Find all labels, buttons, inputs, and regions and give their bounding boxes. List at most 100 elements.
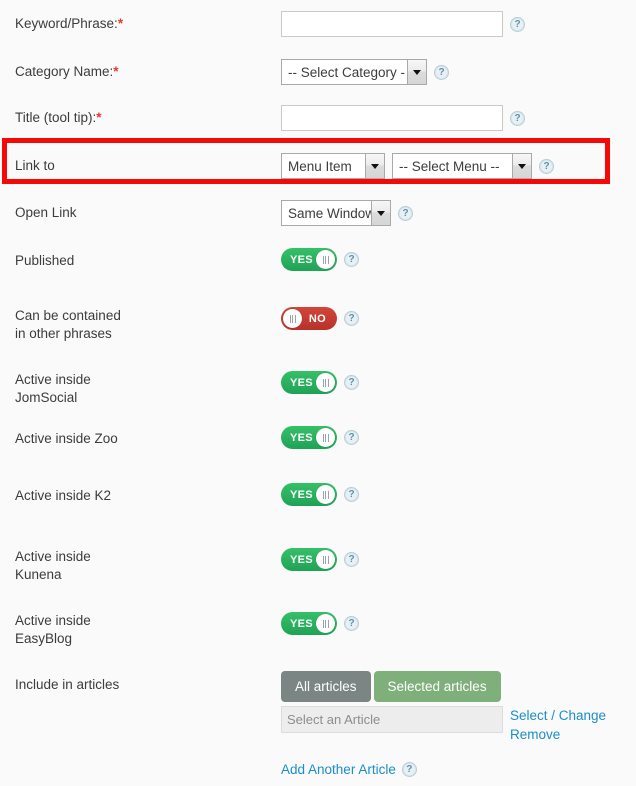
control-active-jomsocial: YES ?	[281, 353, 636, 394]
row-open-link: Open Link Same Window ?	[0, 191, 636, 237]
active-k2-toggle-state: YES	[290, 488, 313, 501]
help-icon[interactable]: ?	[510, 16, 525, 32]
published-toggle[interactable]: YES	[281, 248, 337, 271]
chevron-down-icon[interactable]	[371, 201, 390, 225]
row-active-easyblog: Active inside EasyBlog YES ?	[0, 596, 636, 660]
row-keyword-phrase: Keyword/Phrase:* ?	[0, 0, 636, 49]
add-another-article-row: Add Another Article ?	[281, 762, 606, 777]
active-easyblog-toggle[interactable]: YES	[281, 612, 337, 635]
required-asterisk: *	[113, 64, 119, 79]
label-can-be-contained-line2: in other phrases	[15, 326, 112, 341]
help-icon[interactable]: ?	[434, 64, 449, 80]
row-active-zoo: Active inside Zoo YES ?	[0, 418, 636, 475]
required-asterisk: *	[96, 110, 102, 125]
label-title-tooltip-text: Title (tool tip):	[15, 110, 97, 125]
toggle-knob-icon	[316, 428, 335, 447]
selected-articles-button[interactable]: Selected articles	[373, 671, 501, 702]
control-active-kunena: YES ?	[281, 532, 636, 571]
active-k2-toggle[interactable]: YES	[281, 483, 337, 506]
chevron-down-icon[interactable]	[407, 60, 426, 84]
row-active-jomsocial: Active inside JomSocial YES ?	[0, 353, 636, 418]
control-active-k2: YES ?	[281, 475, 636, 506]
required-asterisk: *	[117, 16, 124, 31]
title-tooltip-input[interactable]	[281, 105, 503, 131]
label-active-kunena-line2: Kunena	[15, 567, 62, 582]
row-category-name: Category Name:* -- Select Category - - ?	[0, 49, 636, 95]
label-include-in-articles-text: Include in articles	[15, 677, 120, 692]
keyword-phrase-input[interactable]	[281, 11, 503, 37]
open-link-select[interactable]: Same Window	[281, 200, 391, 226]
help-icon[interactable]: ?	[344, 375, 359, 390]
select-change-link[interactable]: Select / Change	[510, 706, 606, 725]
active-kunena-toggle[interactable]: YES	[281, 548, 337, 571]
active-jomsocial-toggle[interactable]: YES	[281, 371, 337, 394]
article-picker-row: Select / Change Remove	[281, 706, 606, 744]
help-icon[interactable]: ?	[398, 205, 413, 221]
toggle-knob-icon	[316, 373, 335, 392]
label-published: Published	[0, 237, 281, 270]
control-open-link: Same Window ?	[281, 191, 636, 226]
label-active-kunena-line1: Active inside	[15, 549, 91, 564]
active-kunena-toggle-state: YES	[290, 553, 313, 566]
link-to-type-select[interactable]: Menu Item	[281, 153, 385, 179]
active-easyblog-toggle-state: YES	[290, 617, 313, 630]
chevron-down-icon[interactable]	[512, 154, 531, 178]
toggle-knob-icon	[316, 614, 335, 633]
row-active-kunena: Active inside Kunena YES ?	[0, 532, 636, 596]
help-icon[interactable]: ?	[510, 110, 525, 126]
label-link-to-text: Link to	[15, 158, 55, 173]
label-active-k2-text: Active inside K2	[15, 488, 112, 503]
control-keyword-phrase: ?	[281, 0, 636, 37]
row-link-to: Link to Menu Item -- Select Menu -- ?	[0, 141, 636, 191]
tag-settings-form: Keyword/Phrase:* ? Category Name:* -- Se…	[0, 0, 636, 777]
toggle-knob-icon	[316, 250, 335, 269]
label-can-be-contained: Can be contained in other phrases	[0, 289, 281, 343]
chevron-down-icon[interactable]	[365, 154, 384, 178]
row-title-tooltip: Title (tool tip):* ?	[0, 95, 636, 141]
label-include-in-articles: Include in articles	[0, 660, 281, 694]
help-icon[interactable]: ?	[344, 430, 359, 445]
active-zoo-toggle[interactable]: YES	[281, 426, 337, 449]
select-article-input[interactable]	[281, 706, 503, 733]
toggle-knob-icon	[283, 309, 302, 328]
help-icon[interactable]: ?	[344, 616, 359, 631]
published-toggle-state: YES	[290, 253, 313, 266]
label-open-link-text: Open Link	[15, 205, 77, 220]
help-icon[interactable]: ?	[539, 158, 554, 174]
row-include-in-articles: Include in articles All articles Selecte…	[0, 660, 636, 777]
row-published: Published YES ?	[0, 237, 636, 289]
label-open-link: Open Link	[0, 191, 281, 222]
label-active-kunena: Active inside Kunena	[0, 532, 281, 584]
label-active-zoo-text: Active inside Zoo	[15, 431, 118, 446]
label-active-zoo: Active inside Zoo	[0, 418, 281, 448]
link-to-menu-select[interactable]: -- Select Menu --	[392, 153, 532, 179]
add-another-article-link[interactable]: Add Another Article	[281, 762, 396, 777]
control-active-zoo: YES ?	[281, 418, 636, 449]
help-icon[interactable]: ?	[344, 552, 359, 567]
article-selection-block: All articles Selected articles Select / …	[281, 671, 606, 777]
open-link-select-value: Same Window	[288, 205, 371, 221]
category-name-select[interactable]: -- Select Category - -	[281, 59, 427, 85]
help-icon[interactable]: ?	[344, 311, 359, 326]
help-icon[interactable]: ?	[344, 487, 359, 502]
can-be-contained-toggle[interactable]: NO	[281, 307, 337, 330]
active-jomsocial-toggle-state: YES	[290, 376, 313, 389]
label-active-easyblog-line1: Active inside	[15, 613, 91, 628]
category-name-select-value: -- Select Category - -	[288, 64, 407, 80]
label-can-be-contained-line1: Can be contained	[15, 308, 121, 323]
control-can-be-contained: NO ?	[281, 289, 636, 330]
article-action-links: Select / Change Remove	[510, 706, 606, 744]
row-active-k2: Active inside K2 YES ?	[0, 475, 636, 532]
help-icon[interactable]: ?	[401, 762, 417, 777]
can-be-contained-toggle-state: NO	[308, 312, 326, 325]
active-zoo-toggle-state: YES	[290, 431, 313, 444]
help-icon[interactable]: ?	[344, 252, 359, 267]
control-link-to: Menu Item -- Select Menu -- ?	[281, 141, 636, 179]
control-include-in-articles: All articles Selected articles Select / …	[281, 660, 636, 777]
label-category-name-text: Category Name:	[15, 64, 114, 79]
all-articles-button[interactable]: All articles	[281, 671, 371, 702]
label-keyword-phrase: Keyword/Phrase:*	[0, 0, 281, 33]
remove-link[interactable]: Remove	[510, 725, 606, 744]
control-published: YES ?	[281, 237, 636, 271]
label-link-to: Link to	[0, 141, 281, 175]
